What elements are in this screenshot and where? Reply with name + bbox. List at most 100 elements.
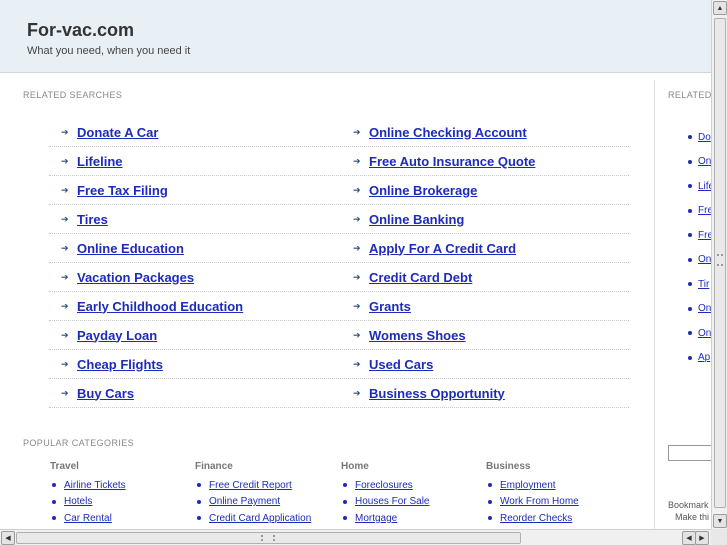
category-heading: Finance — [195, 461, 233, 472]
category-link[interactable]: Free Credit Report — [209, 480, 292, 491]
related-link[interactable]: Online Brokerage — [369, 183, 477, 198]
horizontal-scroll-thumb[interactable] — [16, 532, 521, 544]
triangle-left-icon: ◀ — [5, 535, 11, 542]
related-link[interactable]: Donate A Car — [77, 125, 158, 140]
category-link[interactable]: Employment — [500, 480, 556, 491]
category-link[interactable]: Foreclosures — [355, 480, 413, 491]
related-link[interactable]: Free Auto Insurance Quote — [369, 154, 535, 169]
related-link[interactable]: Early Childhood Education — [77, 299, 243, 314]
bullet-icon — [688, 184, 692, 189]
related-link[interactable]: Business Opportunity — [369, 386, 505, 401]
bullet-icon — [688, 331, 692, 336]
side-link[interactable]: On — [698, 303, 711, 314]
related-link[interactable]: Womens Shoes — [369, 328, 466, 343]
page: For-vac.com What you need, when you need… — [0, 0, 727, 545]
category-link[interactable]: Reorder Checks — [500, 513, 572, 524]
bullet-icon — [688, 233, 692, 238]
bullet-icon — [343, 516, 347, 521]
side-item: Ap — [688, 346, 711, 371]
horizontal-scrollbar[interactable]: ◀ ◀ ▶ — [0, 529, 711, 545]
scroll-down-button[interactable]: ▼ — [713, 514, 727, 528]
related-link[interactable]: Buy Cars — [77, 386, 134, 401]
bullet-icon — [52, 516, 56, 521]
related-link[interactable]: Used Cars — [369, 357, 433, 372]
side-search-input[interactable] — [668, 445, 711, 461]
links-row: ➔ Buy Cars ➔ Business Opportunity — [49, 379, 629, 408]
related-link-item: ➔ Buy Cars — [61, 385, 134, 401]
bullet-icon — [343, 483, 347, 488]
category-item: Credit Card Application — [195, 510, 335, 527]
triangle-left-icon: ◀ — [686, 535, 692, 542]
category-link[interactable]: Online Payment — [209, 496, 280, 507]
vertical-scroll-thumb[interactable] — [714, 18, 726, 508]
side-item: On — [688, 248, 711, 273]
side-link[interactable]: On — [698, 156, 711, 167]
related-link[interactable]: Free Tax Filing — [77, 183, 168, 198]
vertical-scrollbar[interactable]: ▲ ▼ — [711, 0, 727, 529]
bullet-icon — [488, 499, 492, 504]
scroll-left-button[interactable]: ◀ — [1, 531, 15, 545]
scroll-up-button[interactable]: ▲ — [713, 1, 727, 15]
site-header: For-vac.com What you need, when you need… — [0, 0, 711, 73]
bullet-icon — [197, 516, 201, 521]
bullet-icon — [488, 516, 492, 521]
arrow-right-icon: ➔ — [353, 213, 361, 224]
category-link[interactable]: Hotels — [64, 496, 92, 507]
side-link[interactable]: On — [698, 254, 711, 265]
category-link[interactable]: Airline Tickets — [64, 480, 126, 491]
links-row: ➔ Lifeline ➔ Free Auto Insurance Quote — [49, 147, 629, 176]
side-link[interactable]: Fre — [698, 205, 711, 216]
category-link[interactable]: Houses For Sale — [355, 496, 429, 507]
category-link[interactable]: Car Rental — [64, 513, 112, 524]
related-link[interactable]: Cheap Flights — [77, 357, 163, 372]
related-link[interactable]: Payday Loan — [77, 328, 157, 343]
related-link[interactable]: Grants — [369, 299, 411, 314]
side-link[interactable]: Fre — [698, 230, 711, 241]
arrow-right-icon: ➔ — [61, 155, 69, 166]
category-link[interactable]: Work From Home — [500, 496, 579, 507]
category-item: Foreclosures — [341, 477, 481, 494]
side-item: On — [688, 321, 711, 346]
scroll-right-button[interactable]: ▶ — [695, 531, 709, 545]
arrow-right-icon: ➔ — [61, 126, 69, 137]
category-item: Houses For Sale — [341, 494, 481, 511]
arrow-right-icon: ➔ — [353, 184, 361, 195]
category-link[interactable]: Mortgage — [355, 513, 397, 524]
bullet-icon — [343, 499, 347, 504]
side-item: On — [688, 297, 711, 322]
side-item: On — [688, 150, 711, 175]
grip-icon — [261, 535, 275, 541]
related-link-item: ➔ Used Cars — [353, 356, 433, 372]
related-link[interactable]: Vacation Packages — [77, 270, 194, 285]
category-item: Airline Tickets — [50, 477, 190, 494]
related-link[interactable]: Online Banking — [369, 212, 464, 227]
side-panel: RELATED Do On Life Fre Fre On Tir On On … — [660, 80, 711, 530]
category-item: Online Payment — [195, 494, 335, 511]
related-link[interactable]: Apply For A Credit Card — [369, 241, 516, 256]
related-link[interactable]: Online Education — [77, 241, 184, 256]
category-item: Work From Home — [486, 494, 626, 511]
side-link[interactable]: Do — [698, 132, 711, 143]
side-link[interactable]: Ap — [698, 352, 710, 363]
related-link[interactable]: Online Checking Account — [369, 125, 527, 140]
arrow-right-icon: ➔ — [353, 300, 361, 311]
bullet-icon — [688, 306, 692, 311]
side-link[interactable]: Tir — [698, 279, 709, 290]
side-item: Do — [688, 125, 711, 150]
related-link[interactable]: Lifeline — [77, 154, 123, 169]
triangle-right-icon: ▶ — [699, 535, 705, 542]
side-item: Fre — [688, 199, 711, 224]
category-link[interactable]: Credit Card Application — [209, 513, 311, 524]
arrow-right-icon: ➔ — [353, 329, 361, 340]
related-link[interactable]: Tires — [77, 212, 108, 227]
arrow-right-icon: ➔ — [353, 155, 361, 166]
scroll-left-button-alt[interactable]: ◀ — [682, 531, 696, 545]
side-link[interactable]: On — [698, 328, 711, 339]
side-link[interactable]: Life — [698, 181, 711, 192]
triangle-up-icon: ▲ — [716, 4, 724, 12]
bullet-icon — [688, 257, 692, 262]
related-link-item: ➔ Donate A Car — [61, 124, 158, 140]
grip-icon — [717, 254, 723, 266]
related-link[interactable]: Credit Card Debt — [369, 270, 472, 285]
related-link-item: ➔ Online Checking Account — [353, 124, 527, 140]
